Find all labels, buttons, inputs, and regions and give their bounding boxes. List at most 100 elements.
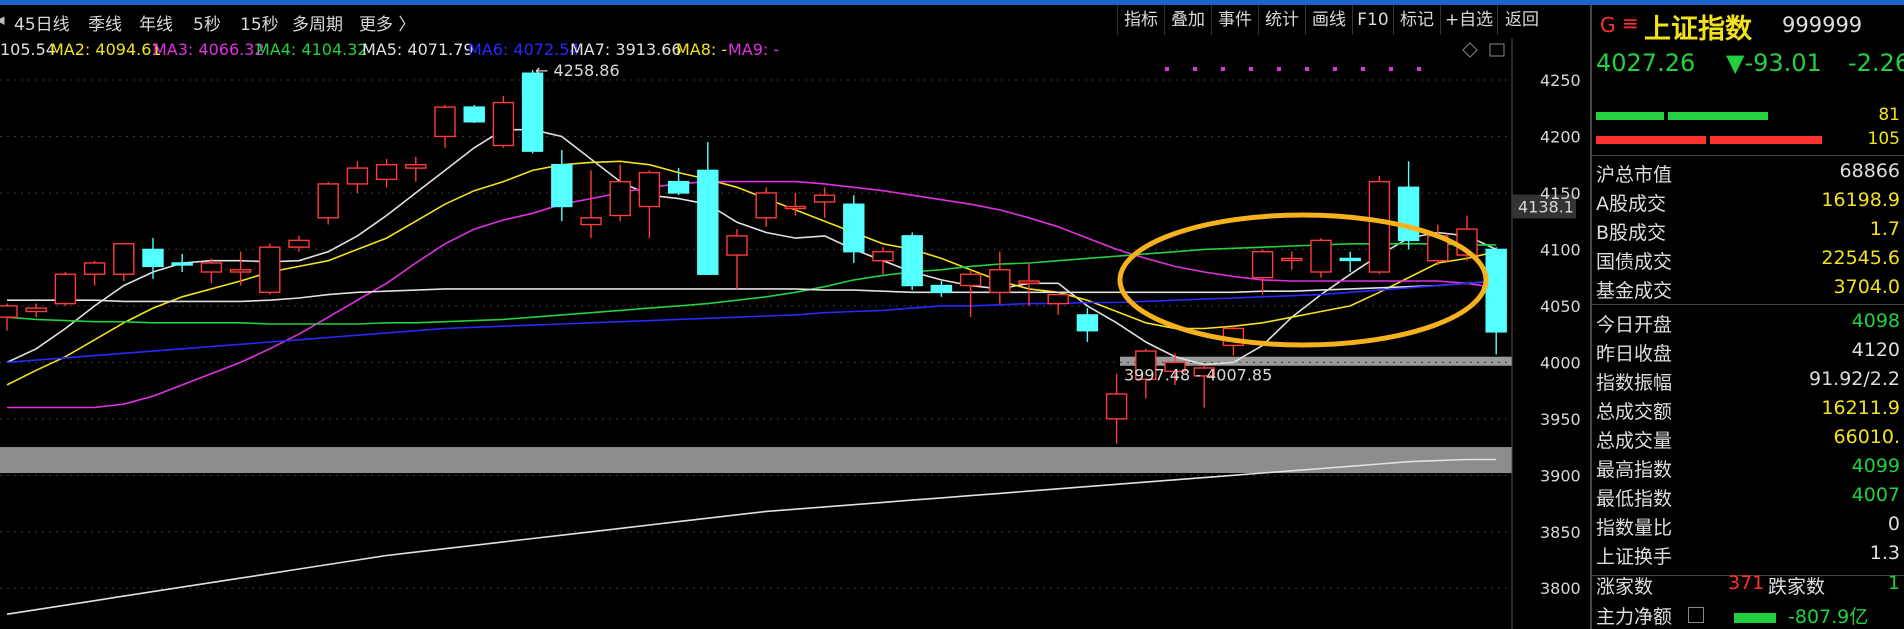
stat-value: 22545.6: [1821, 247, 1900, 269]
y-tick-label: 3900: [1540, 466, 1581, 485]
stat-label: 沪总市值: [1596, 164, 1673, 186]
up-count-bar: [1596, 112, 1664, 120]
candle-body: [200, 262, 223, 273]
candle-body: [171, 262, 193, 266]
candle-body: [288, 239, 310, 248]
stat-label: 今日开盘: [1596, 314, 1673, 336]
up-count-bar-2: [1668, 112, 1768, 120]
down-count-bar-2: [1710, 136, 1822, 144]
stat-label: 基金成交: [1596, 280, 1673, 302]
stat-row: 总成交量 66010.: [1592, 426, 1904, 454]
candle-body: [492, 101, 515, 147]
panel-divider: [1592, 155, 1904, 156]
stat-label: 上证换手: [1596, 546, 1673, 568]
ma-line-ma6: [6, 280, 1497, 364]
menu-icon[interactable]: ≡: [1622, 11, 1639, 35]
up-count-number: 371: [1728, 572, 1765, 594]
stat-value: 1.7: [1869, 218, 1900, 240]
candle-body: [667, 180, 690, 194]
stat-label: 总成交量: [1596, 430, 1673, 452]
up-count-label: 涨家数: [1596, 576, 1654, 598]
y-tick-label: 3850: [1540, 523, 1581, 542]
candle-body: [229, 269, 252, 273]
candle-body: [142, 248, 164, 268]
stat-value: 4120: [1851, 339, 1900, 361]
stat-row: 最低指数 4007: [1592, 484, 1904, 512]
marker-dot: [1221, 67, 1225, 71]
candle-body: [1047, 293, 1069, 305]
candle-body: [551, 164, 573, 208]
y-tick-label: 4200: [1540, 127, 1581, 146]
highlight-ellipse: [1117, 212, 1489, 348]
stat-row: 今日开盘 4098: [1592, 310, 1904, 338]
candle-body: [1397, 186, 1420, 242]
y-tick-label: 4250: [1540, 71, 1581, 90]
stat-label: 国债成交: [1596, 251, 1673, 273]
candle-body: [434, 106, 456, 138]
marker-dot: [1333, 67, 1337, 71]
marker-dot: [1305, 67, 1309, 71]
marker-dot: [1249, 67, 1253, 71]
marker-dot: [1165, 67, 1169, 71]
candle-body: [1339, 257, 1361, 262]
max-price-label: ← 4258.86: [535, 61, 620, 80]
candle-body: [989, 269, 1011, 294]
candle-body: [346, 167, 369, 185]
down-count-bar: [1596, 136, 1706, 144]
marker-dot: [1417, 67, 1421, 71]
candle-body: [784, 205, 807, 210]
stat-value: 91.92/2.2: [1808, 368, 1900, 390]
candle-body: [872, 250, 894, 262]
candle-body: [317, 183, 339, 219]
candle-body: [930, 284, 953, 294]
marker-dot: [1277, 67, 1281, 71]
candle-body: [697, 169, 719, 275]
stat-row: 沪总市值 68866: [1592, 160, 1904, 188]
y-tick-label: 4000: [1540, 353, 1581, 372]
stat-row: 总成交额 16211.9: [1592, 397, 1904, 425]
stat-row: 指数量比 0: [1592, 513, 1904, 541]
candle-body: [1251, 250, 1274, 279]
up-count-value: 81: [1878, 105, 1900, 125]
candle-body: [1281, 257, 1303, 262]
down-count-number: 1: [1887, 572, 1900, 594]
stat-row: 上证换手 1.3: [1592, 542, 1904, 570]
stat-row: 昨日收盘 4120: [1592, 339, 1904, 367]
stat-row: 指数振幅 91.92/2.2: [1592, 368, 1904, 396]
candle-body: [1485, 248, 1507, 333]
stat-label: 指数振幅: [1596, 372, 1673, 394]
down-count-label: 跌家数: [1768, 576, 1826, 598]
stock-code: 999999: [1782, 13, 1863, 37]
candle-body: [1018, 280, 1040, 284]
net-flow-info-icon[interactable]: [1688, 607, 1704, 623]
candle-body: [755, 192, 777, 219]
stat-label: 总成交额: [1596, 401, 1673, 423]
candle-body: [0, 305, 18, 318]
stat-row: 国债成交 22545.6: [1592, 247, 1904, 275]
price-change-pct: -2.26: [1848, 49, 1904, 77]
stat-label: A股成交: [1596, 193, 1666, 215]
stock-title: 上证指数: [1644, 14, 1752, 45]
candle-body: [405, 164, 427, 169]
net-flow-label: 主力净额: [1596, 606, 1673, 628]
current-price: 4027.26: [1596, 49, 1696, 77]
stat-label: B股成交: [1596, 222, 1667, 244]
candle-body: [638, 171, 661, 208]
down-count-value: 105: [1867, 129, 1900, 149]
flag-badge: G: [1600, 13, 1616, 37]
net-flow-value: -807.9亿: [1788, 606, 1869, 628]
stat-value: 0: [1887, 513, 1900, 535]
y-tick-label: 3800: [1540, 579, 1581, 598]
stat-row: A股成交 16198.9: [1592, 189, 1904, 217]
candle-body: [25, 307, 47, 313]
stat-label: 指数量比: [1596, 517, 1673, 539]
stat-value: 68866: [1839, 160, 1900, 182]
candle-body: [1368, 180, 1391, 273]
candle-body: [1105, 393, 1128, 420]
price-change: ▼-93.01: [1726, 49, 1822, 77]
candle-body: [580, 217, 602, 226]
candle-body: [901, 235, 923, 287]
candlestick-chart[interactable]: ← 4258.863997.48 - 4007.85 4138.14250420…: [0, 0, 1590, 629]
net-flow-bar: [1734, 613, 1776, 623]
candle-body: [113, 243, 135, 275]
